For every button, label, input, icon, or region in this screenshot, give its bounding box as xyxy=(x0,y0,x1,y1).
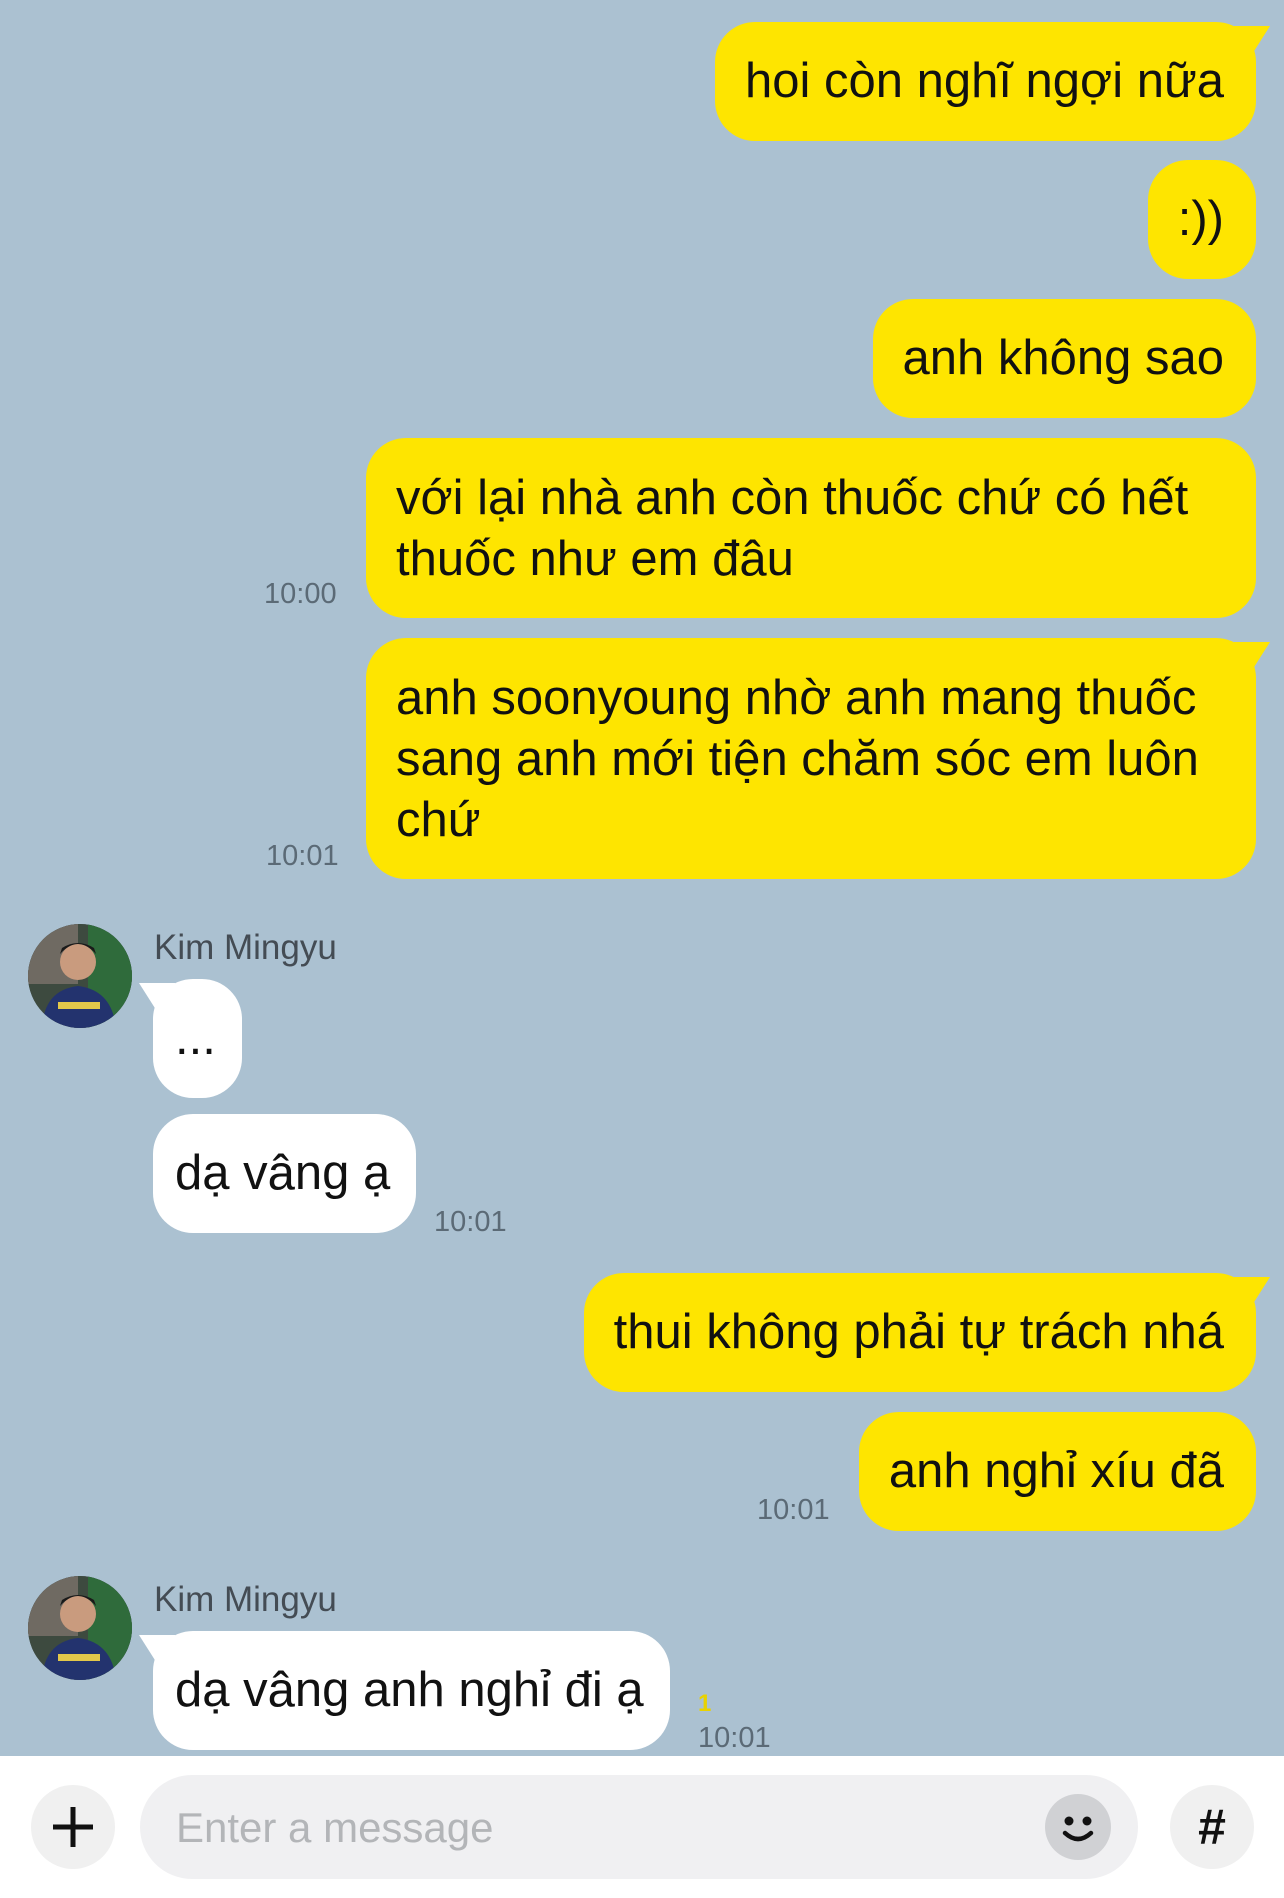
outgoing-message[interactable]: anh nghỉ xíu đã xyxy=(858,1412,1256,1531)
hashtag-button[interactable]: # xyxy=(1170,1785,1254,1869)
outgoing-message[interactable]: hoi còn nghĩ ngợi nữa xyxy=(714,22,1256,141)
message-text: anh soonyoung nhờ anh mang thuốc sang an… xyxy=(396,671,1199,847)
message-text: dạ vâng ạ xyxy=(175,1146,391,1200)
incoming-message[interactable]: ... xyxy=(153,979,242,1098)
outgoing-message[interactable]: thui không phải tự trách nhá xyxy=(583,1273,1256,1392)
message-time: 10:01 xyxy=(757,1494,830,1526)
avatar[interactable] xyxy=(28,924,132,1028)
add-button[interactable] xyxy=(31,1785,115,1869)
avatar-photo-icon xyxy=(28,924,132,1028)
message-text: :)) xyxy=(1177,192,1224,246)
message-text: ... xyxy=(175,1011,216,1065)
message-field[interactable] xyxy=(140,1775,1138,1881)
smiley-icon[interactable] xyxy=(1042,1791,1114,1863)
message-input[interactable] xyxy=(174,1775,1058,1881)
message-composer: # xyxy=(0,1756,1284,1898)
hash-icon: # xyxy=(1198,1799,1226,1855)
outgoing-message[interactable]: anh không sao xyxy=(872,299,1256,418)
incoming-message[interactable]: dạ vâng ạ xyxy=(153,1114,417,1233)
message-time: 10:01 xyxy=(266,840,339,872)
outgoing-message[interactable]: anh soonyoung nhờ anh mang thuốc sang an… xyxy=(366,638,1256,879)
message-text: với lại nhà anh còn thuốc chứ có hết thu… xyxy=(396,471,1189,586)
avatar-photo-icon xyxy=(28,1576,132,1680)
unread-count: 1 xyxy=(698,1690,712,1717)
outgoing-message[interactable]: với lại nhà anh còn thuốc chứ có hết thu… xyxy=(366,438,1256,618)
message-text: anh nghỉ xíu đã xyxy=(888,1444,1224,1498)
message-time: 10:00 xyxy=(264,578,337,610)
message-time: 10:01 xyxy=(434,1206,507,1238)
sender-name: Kim Mingyu xyxy=(154,928,337,967)
message-time: 10:01 xyxy=(698,1722,771,1754)
sender-name: Kim Mingyu xyxy=(154,1580,337,1619)
avatar[interactable] xyxy=(28,1576,132,1680)
message-text: hoi còn nghĩ ngợi nữa xyxy=(744,54,1224,108)
outgoing-message[interactable]: :)) xyxy=(1147,160,1256,279)
plus-icon xyxy=(53,1807,93,1847)
incoming-message[interactable]: dạ vâng anh nghỉ đi ạ xyxy=(153,1631,670,1750)
message-text: dạ vâng anh nghỉ đi ạ xyxy=(175,1663,644,1717)
message-text: thui không phải tự trách nhá xyxy=(613,1305,1224,1359)
chat-area[interactable]: hoi còn nghĩ ngợi nữa :)) anh không sao … xyxy=(0,0,1284,1756)
message-text: anh không sao xyxy=(902,331,1225,385)
